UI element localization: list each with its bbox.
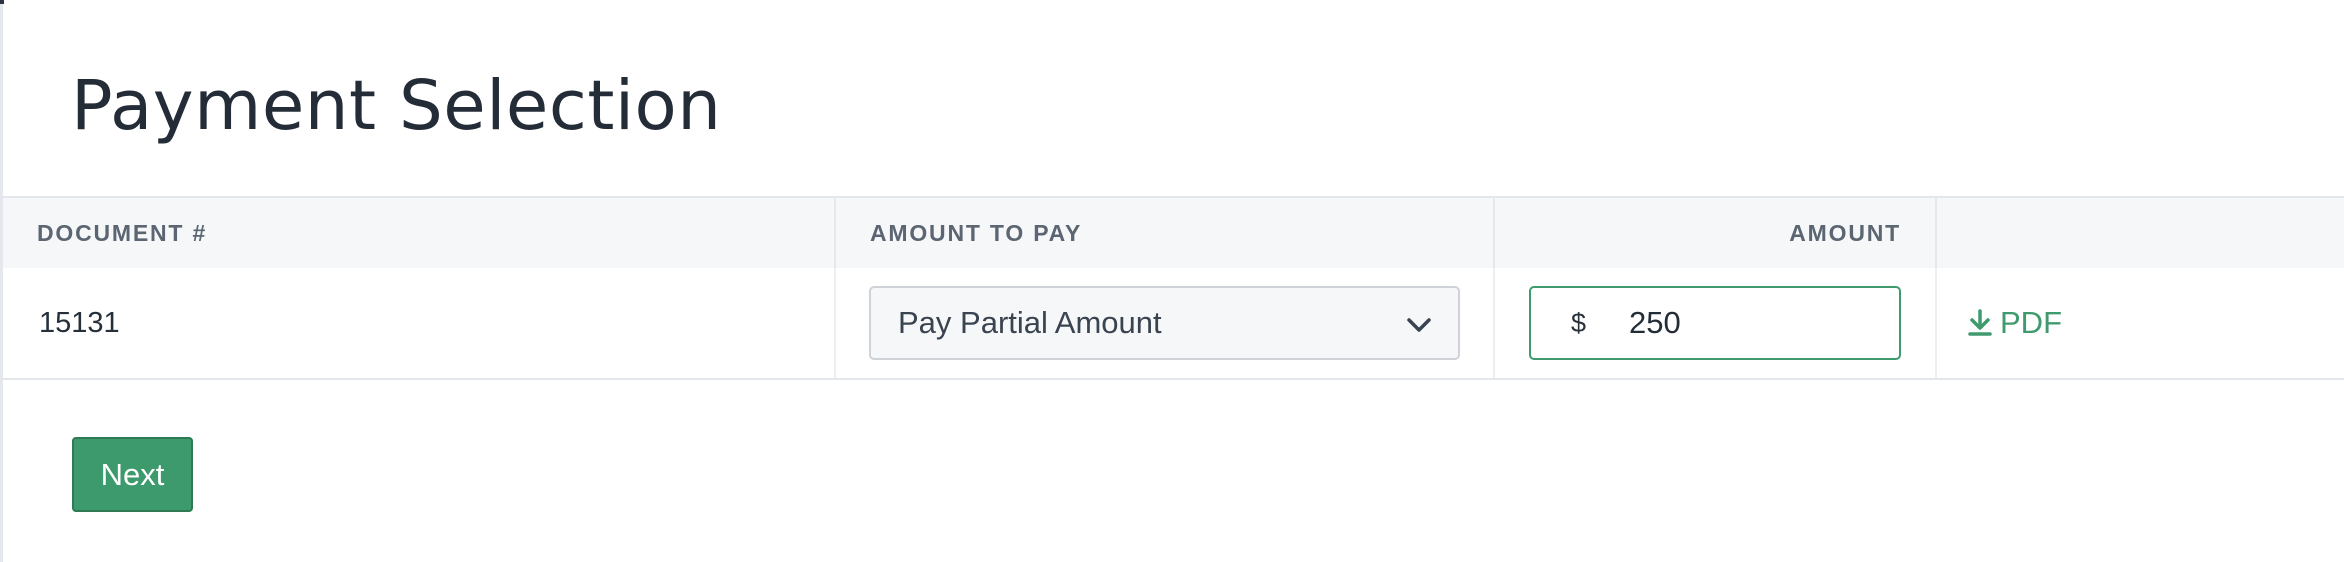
currency-symbol: $ [1571,307,1587,338]
amount-to-pay-select[interactable]: Pay Partial Amount [869,286,1460,360]
table-header-row: DOCUMENT # AMOUNT TO PAY AMOUNT [3,196,2344,268]
amount-to-pay-cell: Pay Partial Amount [835,268,1495,380]
column-header-actions [1936,196,2344,268]
amount-to-pay-selected-value: Pay Partial Amount [898,305,1162,340]
table-row: 15131 Pay Partial Amount $ 250 PDF [3,268,2344,380]
page-title: Payment Selection [71,66,722,146]
next-button[interactable]: Next [72,437,193,512]
pdf-link-label: PDF [2000,304,2062,340]
chevron-down-icon [1407,318,1431,332]
payment-selection-page: Payment Selection DOCUMENT # AMOUNT TO P… [0,0,2344,562]
pdf-cell: PDF [1936,268,2344,380]
column-header-document: DOCUMENT # [3,196,836,268]
pdf-download-link[interactable]: PDF [1968,305,2062,341]
amount-input-value: 250 [1629,305,1681,340]
window-corner-mark [0,0,4,4]
download-icon [1968,308,1992,336]
amount-cell: $ 250 [1494,268,1937,380]
payment-table: DOCUMENT # AMOUNT TO PAY AMOUNT 15131 Pa… [3,196,2344,380]
column-header-amount-to-pay: AMOUNT TO PAY [835,196,1495,268]
amount-input[interactable]: $ 250 [1529,286,1901,360]
document-number-cell: 15131 [3,268,836,380]
column-header-amount: AMOUNT [1494,196,1937,268]
